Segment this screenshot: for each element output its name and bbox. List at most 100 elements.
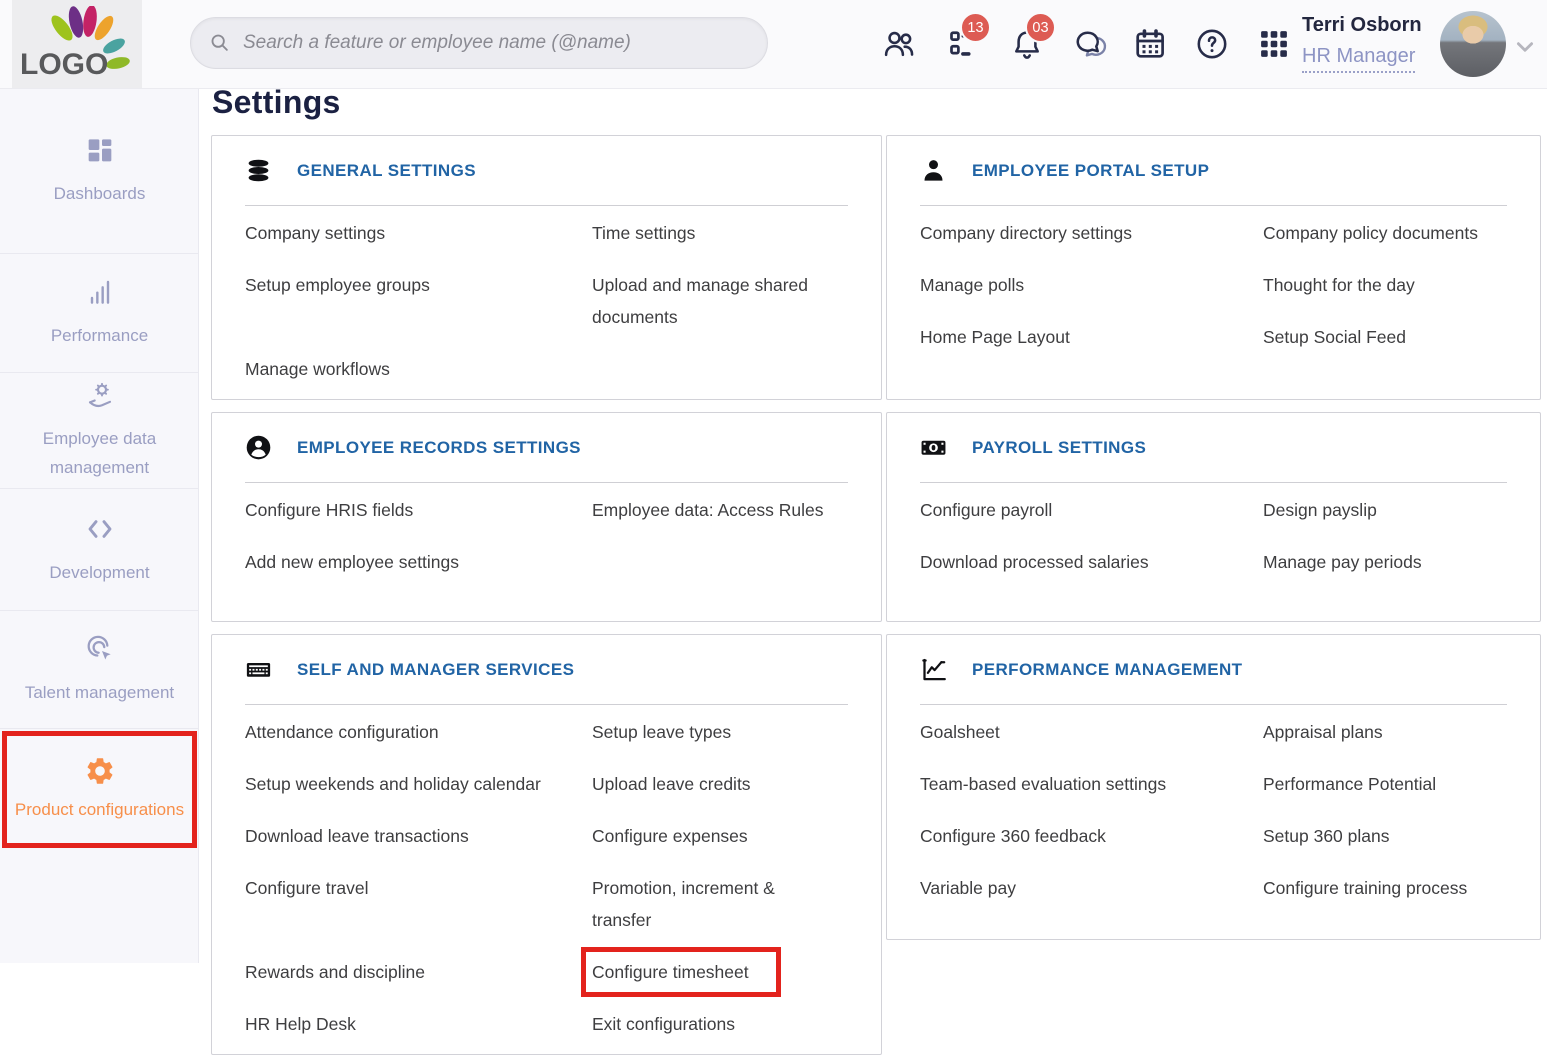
sidebar-item-label: Talent management	[25, 678, 174, 707]
org-tasks-badge: 13	[960, 12, 991, 43]
people-icon[interactable]	[881, 26, 917, 62]
user-role[interactable]: HR Manager	[1302, 45, 1415, 73]
section-title: EMPLOYEE RECORDS SETTINGS	[297, 438, 581, 458]
settings-link[interactable]: Company directory settings	[920, 217, 1263, 249]
person-circle-icon	[245, 434, 272, 461]
help-icon[interactable]	[1194, 26, 1230, 62]
card-header: EMPLOYEE RECORDS SETTINGS	[245, 413, 848, 483]
card-header: PAYROLL SETTINGS	[920, 413, 1507, 483]
sidebar-item-label: Product configurations	[15, 795, 184, 824]
section-title: SELF AND MANAGER SERVICES	[297, 660, 574, 680]
line-chart-icon	[920, 656, 947, 683]
sidebar: Dashboards Performance Employee	[0, 89, 199, 963]
section-title: EMPLOYEE PORTAL SETUP	[972, 161, 1209, 181]
code-icon	[84, 513, 116, 545]
org-tasks-icon[interactable]: 13	[944, 26, 980, 62]
settings-link[interactable]: Configure 360 feedback	[920, 820, 1263, 852]
settings-link-configure-timesheet[interactable]: Configure timesheet	[592, 956, 848, 988]
settings-link[interactable]: Add new employee settings	[245, 546, 592, 578]
search-icon	[209, 32, 231, 54]
sidebar-item-label: Performance	[51, 321, 148, 350]
sidebar-item-label: Development	[49, 558, 149, 587]
settings-link[interactable]: Employee data: Access Rules	[592, 494, 848, 526]
settings-link[interactable]: HR Help Desk	[245, 1008, 592, 1040]
bell-icon[interactable]: 03	[1009, 26, 1045, 62]
calendar-icon[interactable]	[1132, 26, 1168, 62]
settings-link[interactable]: Manage workflows	[245, 353, 592, 385]
app-logo[interactable]: LOGO	[12, 0, 142, 88]
apps-grid-icon[interactable]	[1256, 26, 1292, 62]
settings-link[interactable]: Company policy documents	[1263, 217, 1507, 249]
card-employee-portal-setup: EMPLOYEE PORTAL SETUP Company directory …	[886, 135, 1541, 400]
page-title: Settings	[212, 84, 341, 121]
top-bar: LOGO 13	[0, 0, 1547, 89]
settings-link[interactable]: Rewards and discipline	[245, 956, 592, 988]
avatar[interactable]	[1440, 11, 1506, 77]
settings-link[interactable]: Attendance configuration	[245, 716, 592, 748]
section-links: Configure HRIS fields Employee data: Acc…	[245, 483, 848, 578]
settings-link[interactable]: Configure HRIS fields	[245, 494, 592, 526]
notifications-badge: 03	[1025, 12, 1056, 43]
settings-link[interactable]: Appraisal plans	[1263, 716, 1507, 748]
logo-text: LOGO	[20, 48, 108, 81]
settings-link-label: Configure timesheet	[592, 962, 749, 982]
settings-link[interactable]: Time settings	[592, 217, 848, 249]
sidebar-item-employee-data-management[interactable]: Employee data management	[0, 373, 199, 489]
section-links: Goalsheet Appraisal plans Team-based eva…	[920, 705, 1507, 904]
settings-link[interactable]: Company settings	[245, 217, 592, 249]
chevron-down-icon[interactable]	[1514, 36, 1536, 58]
dashboard-icon	[84, 134, 116, 166]
banknote-icon	[920, 434, 947, 461]
person-icon	[920, 157, 947, 184]
section-links: Company directory settings Company polic…	[920, 206, 1507, 353]
settings-link[interactable]: Configure payroll	[920, 494, 1263, 526]
section-links: Company settings Time settings Setup emp…	[245, 206, 848, 385]
hand-gear-icon	[84, 379, 116, 411]
database-icon	[245, 157, 272, 184]
settings-link[interactable]: Performance Potential	[1263, 768, 1507, 800]
settings-link[interactable]: Setup Social Feed	[1263, 321, 1507, 353]
card-header: EMPLOYEE PORTAL SETUP	[920, 136, 1507, 206]
settings-link[interactable]: Configure expenses	[592, 820, 848, 852]
settings-link[interactable]: Download leave transactions	[245, 820, 592, 852]
settings-link[interactable]: Setup 360 plans	[1263, 820, 1507, 852]
sidebar-item-product-configurations[interactable]: Product configurations	[2, 731, 197, 848]
settings-link[interactable]: Variable pay	[920, 872, 1263, 904]
settings-link[interactable]: Configure travel	[245, 872, 592, 936]
section-links: Configure payroll Design payslip Downloa…	[920, 483, 1507, 578]
keyboard-icon	[245, 656, 272, 683]
section-title: GENERAL SETTINGS	[297, 161, 476, 181]
section-title: PERFORMANCE MANAGEMENT	[972, 660, 1242, 680]
settings-link[interactable]: Upload leave credits	[592, 768, 848, 800]
settings-link[interactable]: Manage polls	[920, 269, 1263, 301]
hr-settings-screen: LOGO 13	[0, 0, 1547, 1062]
settings-link[interactable]: Manage pay periods	[1263, 546, 1507, 578]
card-payroll-settings: PAYROLL SETTINGS Configure payroll Desig…	[886, 412, 1541, 622]
highlight-box-configure-timesheet: Configure timesheet	[592, 956, 749, 988]
settings-link[interactable]: Design payslip	[1263, 494, 1507, 526]
search-bar[interactable]	[190, 17, 768, 69]
search-input[interactable]	[241, 31, 749, 55]
settings-link[interactable]: Promotion, increment & transfer	[592, 872, 848, 936]
settings-link[interactable]: Exit configurations	[592, 1008, 848, 1040]
settings-link[interactable]: Thought for the day	[1263, 269, 1507, 301]
bar-chart-icon	[84, 276, 116, 308]
settings-link[interactable]: Configure training process	[1263, 872, 1507, 904]
settings-link[interactable]: Home Page Layout	[920, 321, 1263, 353]
chat-icon[interactable]	[1071, 26, 1107, 62]
sidebar-item-performance[interactable]: Performance	[0, 254, 199, 373]
settings-link[interactable]: Setup employee groups	[245, 269, 592, 333]
settings-link[interactable]: Setup weekends and holiday calendar	[245, 768, 592, 800]
gear-icon	[84, 755, 116, 787]
section-title: PAYROLL SETTINGS	[972, 438, 1146, 458]
sidebar-item-talent-management[interactable]: Talent management	[0, 611, 199, 729]
card-performance-management: PERFORMANCE MANAGEMENT Goalsheet Apprais…	[886, 634, 1541, 940]
sidebar-item-development[interactable]: Development	[0, 489, 199, 611]
sidebar-item-dashboards[interactable]: Dashboards	[0, 89, 199, 254]
click-target-icon	[84, 633, 116, 665]
settings-link[interactable]: Setup leave types	[592, 716, 848, 748]
settings-link[interactable]: Download processed salaries	[920, 546, 1263, 578]
settings-link[interactable]: Goalsheet	[920, 716, 1263, 748]
settings-link[interactable]: Team-based evaluation settings	[920, 768, 1263, 800]
settings-link[interactable]: Upload and manage shared documents	[592, 269, 848, 333]
